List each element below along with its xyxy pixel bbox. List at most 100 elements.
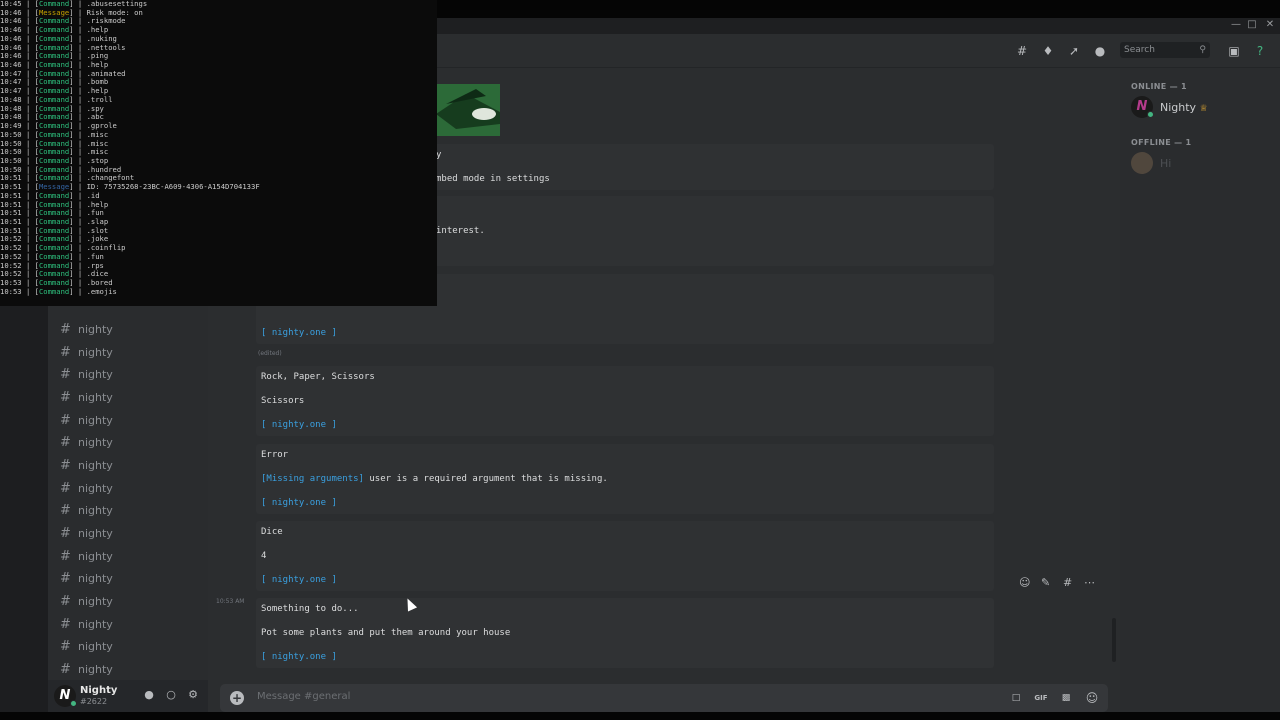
user-tag: #2622 — [80, 697, 108, 706]
channel-item[interactable]: # nighty — [48, 431, 208, 454]
member-item[interactable]: Nighty ♕ — [1160, 101, 1208, 114]
console-time: 10:48 — [0, 112, 22, 122]
channel-item[interactable]: # nighty — [48, 363, 208, 386]
embed-footer-link[interactable]: [ nighty.one ] — [261, 498, 337, 508]
channel-item[interactable]: # nighty — [48, 613, 208, 636]
console-window: 10:45 | [Command] | .abusesettings 10:46 … — [0, 0, 437, 306]
maximize-icon[interactable]: □ — [1244, 19, 1260, 30]
channel-item[interactable]: # nighty — [48, 500, 208, 523]
embed-body: [Missing arguments] user is a required a… — [261, 474, 608, 484]
console-sep: ] | — [69, 225, 87, 235]
emoji-icon[interactable]: ☺ — [1084, 690, 1100, 706]
console-sep: ] | — [69, 138, 87, 148]
close-icon[interactable]: ✕ — [1262, 19, 1278, 30]
console-text: .nettools — [86, 42, 126, 52]
console-text: .nuking — [86, 33, 117, 43]
console-sep: ] | — [69, 199, 87, 209]
console-sep: | [ — [21, 103, 39, 113]
console-sep: | [ — [21, 42, 39, 52]
microphone-icon[interactable]: ● — [142, 688, 156, 702]
channel-item[interactable]: # nighty — [48, 454, 208, 477]
embed-footer-link[interactable]: [ nighty.one ] — [261, 575, 337, 585]
console-text: .spy — [86, 103, 104, 113]
edit-icon[interactable]: ✎ — [1041, 576, 1050, 589]
inbox-icon[interactable]: ▣ — [1226, 43, 1242, 59]
console-text: .help — [86, 199, 109, 209]
channel-item[interactable]: # nighty — [48, 477, 208, 500]
error-tag: [Missing arguments] — [261, 474, 364, 484]
console-sep: ] | — [69, 121, 87, 131]
add-reaction-icon[interactable]: ☺ — [1019, 576, 1030, 589]
channel-item[interactable]: # nighty — [48, 522, 208, 545]
console-sep: | [ — [21, 129, 39, 139]
channel-item[interactable]: # nighty — [48, 590, 208, 613]
console-sep: ] | — [69, 68, 87, 78]
console-sep: ] | — [69, 286, 87, 296]
channel-name: nighty — [78, 368, 113, 382]
channel-item[interactable]: # nighty — [48, 636, 208, 659]
console-sep: ] | — [69, 251, 87, 261]
help-icon[interactable]: ? — [1252, 43, 1268, 59]
pin-icon[interactable]: ➚ — [1066, 43, 1082, 59]
minimize-icon[interactable]: — — [1228, 19, 1244, 30]
embed-bored: Something to do... Pot some plants and p… — [256, 598, 994, 668]
channel-name: nighty — [78, 413, 113, 427]
chat-scrollbar[interactable] — [1112, 618, 1116, 662]
console-sep: ] | — [69, 60, 87, 70]
console-text: .help — [86, 25, 109, 35]
gift-icon[interactable]: □ — [1008, 690, 1024, 706]
console-text: .gprole — [86, 121, 117, 131]
embed-footer-link[interactable]: [ nighty.one ] — [261, 420, 337, 430]
settings-gear-icon[interactable]: ⚙ — [186, 688, 200, 702]
console-text: .changefont — [86, 173, 135, 183]
channel-item[interactable]: # nighty — [48, 545, 208, 568]
console-time: 10:52 — [0, 251, 22, 261]
more-icon[interactable]: ⋯ — [1084, 576, 1095, 589]
console-sep: | [ — [21, 51, 39, 61]
message-input[interactable]: + Message #general □ GIF ▩ ☺ — [220, 684, 1108, 712]
console-sep: | [ — [21, 199, 39, 209]
search-icon: ⚲ — [1199, 45, 1206, 55]
offline-member-name[interactable]: Hi — [1160, 157, 1171, 170]
console-sep: | [ — [21, 16, 39, 26]
embed-footer-link[interactable]: [ nighty.one ] — [261, 652, 337, 662]
console-tag: Command — [38, 286, 70, 296]
console-time: 10:46 — [0, 42, 22, 52]
console-sep: ] | — [69, 147, 87, 157]
channel-item[interactable]: # nighty — [48, 409, 208, 432]
console-time: 10:48 — [0, 103, 22, 113]
hash-icon: # — [60, 412, 71, 428]
embed-footer-link[interactable]: [ nighty.one ] — [261, 328, 337, 338]
console-sep: ] | — [69, 94, 87, 104]
sticker-icon[interactable]: ▩ — [1058, 690, 1074, 706]
console-time: 10:50 — [0, 129, 22, 139]
console-tag: Command — [38, 225, 70, 235]
thread-icon[interactable]: # — [1063, 576, 1072, 589]
channel-item[interactable]: # nighty — [48, 568, 208, 591]
channel-item[interactable]: # nighty — [48, 386, 208, 409]
user-avatar-letter: N — [59, 688, 71, 703]
online-header: ONLINE — 1 — [1131, 82, 1187, 91]
headphones-icon[interactable]: ○ — [164, 688, 178, 702]
console-sep: | [ — [21, 68, 39, 78]
search-input[interactable]: Search ⚲ — [1120, 42, 1210, 58]
console-sep: | [ — [21, 269, 39, 279]
upload-plus-icon[interactable]: + — [230, 691, 244, 705]
threads-icon[interactable]: # — [1014, 43, 1030, 59]
console-sep: ] | — [69, 216, 87, 226]
channel-item[interactable]: # nighty — [48, 318, 208, 341]
console-sep: ] | — [69, 269, 87, 279]
gif-icon[interactable]: GIF — [1033, 690, 1049, 706]
console-time: 10:47 — [0, 86, 22, 96]
members-icon[interactable]: ● — [1092, 43, 1108, 59]
bell-icon[interactable]: ♦ — [1040, 43, 1056, 59]
hash-icon: # — [60, 662, 71, 678]
image-attachment[interactable] — [436, 84, 500, 136]
console-text: .misc — [86, 147, 109, 157]
channel-item[interactable]: # nighty — [48, 341, 208, 364]
channel-item[interactable]: # nighty — [48, 658, 208, 681]
console-sep: | [ — [21, 121, 39, 131]
console-line: 10:53 | [Command] | .emojis — [0, 286, 437, 297]
console-time: 10:50 — [0, 155, 22, 165]
offline-member-avatar[interactable] — [1131, 152, 1153, 174]
